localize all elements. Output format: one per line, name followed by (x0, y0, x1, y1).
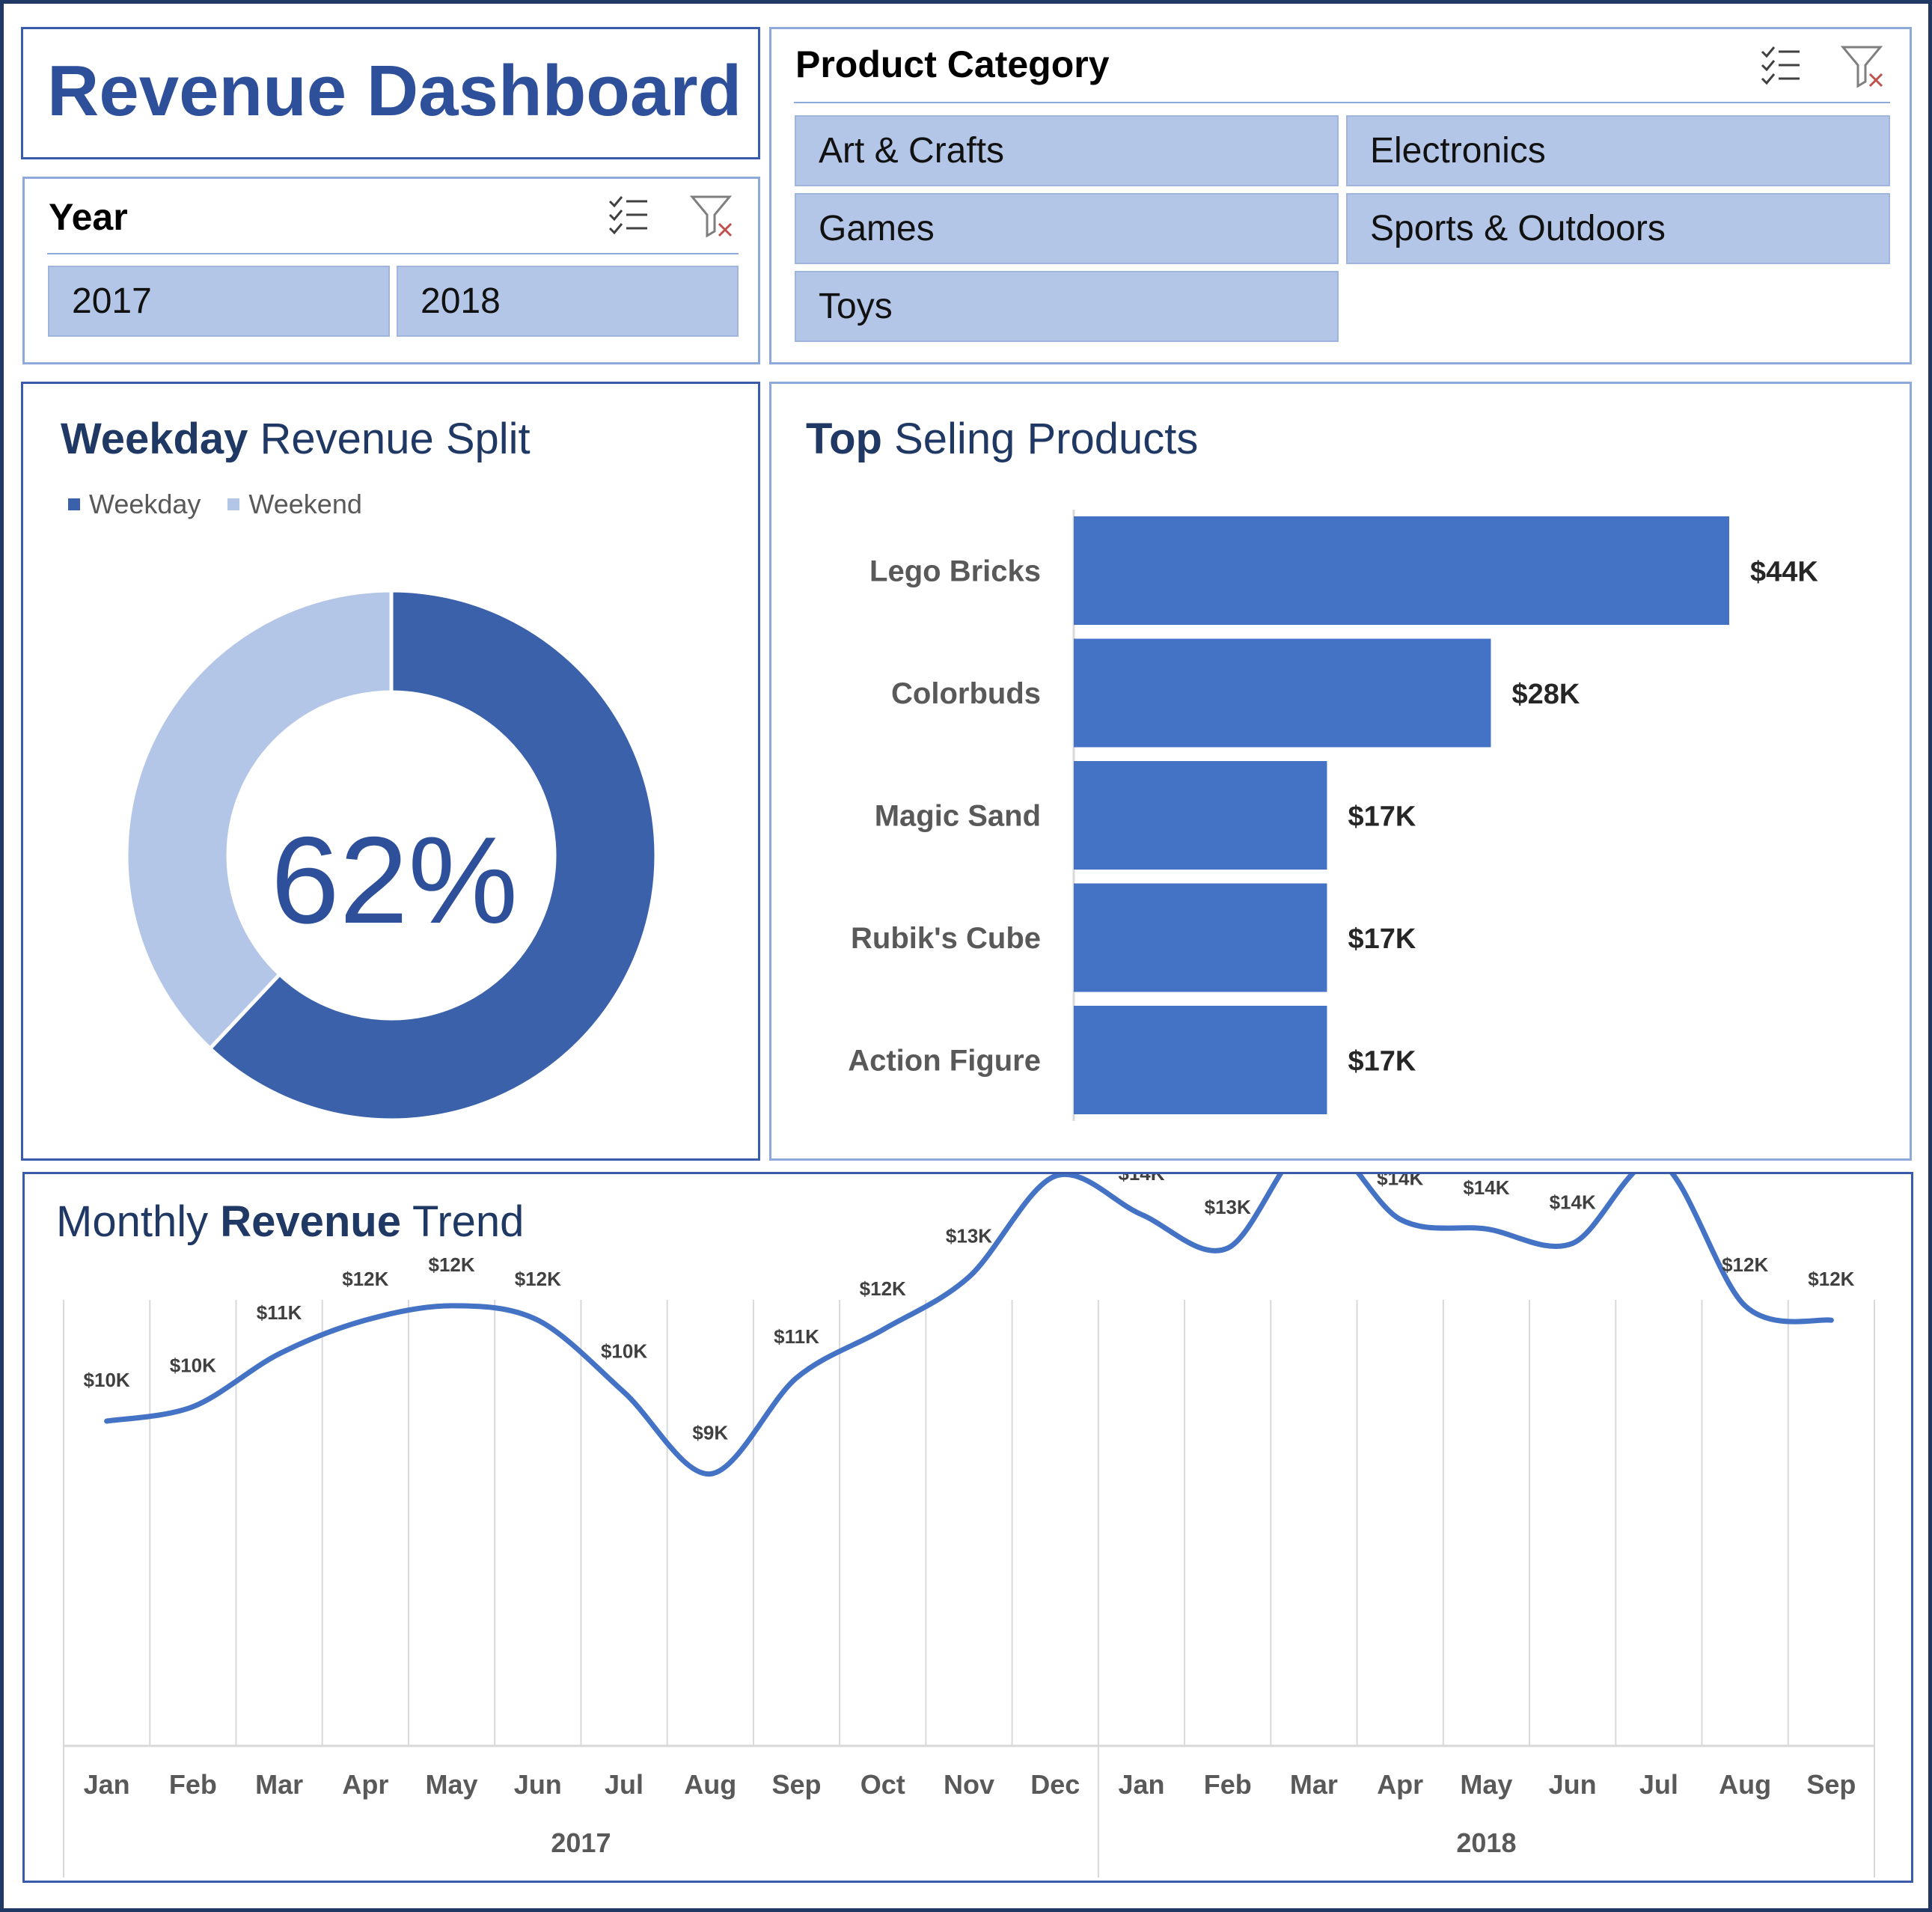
month-tick-label: Aug (1719, 1769, 1771, 1800)
month-tick-label: Jul (605, 1769, 644, 1800)
slicer-item-games[interactable]: Games (795, 193, 1339, 264)
weekday-split-panel: Weekday Revenue Split Weekday Weekend 62… (21, 382, 760, 1161)
line-data-label: $12K (342, 1268, 388, 1290)
line-data-label: $11K (774, 1325, 819, 1348)
month-tick-label: Feb (1204, 1769, 1252, 1800)
month-tick-label: Jun (1549, 1769, 1597, 1800)
multi-select-icon[interactable] (607, 194, 650, 237)
bar-category-label: Magic Sand (875, 800, 1041, 833)
line-data-label: $14K (1377, 1174, 1423, 1189)
line-data-label: $14K (1118, 1174, 1164, 1185)
year-group-label: 2018 (1456, 1827, 1516, 1858)
bar-0 (1074, 516, 1729, 625)
month-tick-label: Jun (514, 1769, 562, 1800)
month-tick-label: Oct (860, 1769, 905, 1800)
bar-2 (1074, 761, 1327, 870)
month-tick-label: Jul (1639, 1769, 1678, 1800)
line-data-label: $12K (515, 1268, 561, 1290)
bar-category-label: Colorbuds (891, 677, 1041, 710)
line-data-label: $14K (1550, 1191, 1596, 1213)
year-slicer-header: Year (49, 196, 128, 238)
bar-data-label: $17K (1348, 923, 1416, 955)
month-tick-label: Apr (342, 1769, 388, 1800)
bar-4 (1074, 1006, 1327, 1114)
month-tick-label: Aug (684, 1769, 736, 1800)
year-group-label: 2017 (551, 1827, 611, 1858)
slicer-item-2017[interactable]: 2017 (48, 266, 390, 337)
bar-category-label: Rubik's Cube (851, 922, 1041, 955)
line-data-label: $12K (1722, 1253, 1768, 1276)
month-tick-label: Apr (1377, 1769, 1423, 1800)
slicer-item-sports-outdoors[interactable]: Sports & Outdoors (1346, 193, 1890, 264)
category-slicer: Product Category Art & Crafts Electronic… (769, 27, 1912, 364)
slicer-item-toys[interactable]: Toys (795, 271, 1339, 342)
monthly-trend-panel: Monthly Revenue Trend $10K $10K $11K $12K $1… (22, 1172, 1913, 1883)
revenue-trend-line (104, 1174, 1834, 1477)
category-slicer-header: Product Category (795, 43, 1110, 85)
top-products-bar-chart: Lego Bricks $44K Colorbuds $28K Magic Sand $1… (848, 510, 1818, 1121)
slicer-item-electronics[interactable]: Electronics (1346, 115, 1890, 186)
line-data-label: $14K (1463, 1176, 1509, 1199)
top-products-panel: Top Seling Products Lego Bricks $44K Color… (769, 382, 1912, 1161)
clear-filter-icon[interactable] (689, 194, 734, 239)
clear-filter-icon[interactable] (1840, 44, 1885, 89)
year-slicer-divider (47, 253, 739, 254)
year-slicer: Year 2017 2018 (22, 177, 760, 364)
slicer-item-art-crafts[interactable]: Art & Crafts (795, 115, 1339, 186)
bar-data-label: $17K (1348, 1046, 1416, 1078)
line-data-label: $12K (428, 1253, 474, 1276)
dashboard-title: Revenue Dashboard (47, 51, 742, 131)
bar-data-label: $17K (1348, 801, 1416, 833)
month-tick-label: Mar (1290, 1769, 1338, 1800)
donut-chart: 62% (124, 588, 658, 1123)
month-tick-label: May (1460, 1769, 1512, 1800)
bar-data-label: $28K (1511, 679, 1580, 710)
bar-3 (1074, 883, 1327, 992)
category-slicer-divider (794, 102, 1890, 103)
line-data-label: $12K (860, 1277, 906, 1300)
month-tick-label: May (426, 1769, 478, 1800)
bar-1 (1074, 638, 1491, 748)
line-data-label: $9K (692, 1422, 728, 1444)
line-data-label: $13K (1205, 1196, 1251, 1218)
title-panel: Revenue Dashboard (21, 27, 760, 159)
line-data-label: $13K (946, 1224, 992, 1247)
month-tick-label: Jan (1118, 1769, 1164, 1800)
month-tick-label: Dec (1030, 1769, 1080, 1800)
line-data-label: $12K (1808, 1268, 1854, 1290)
line-data-label: $10K (601, 1340, 647, 1362)
month-tick-label: Jan (84, 1769, 130, 1800)
bar-category-label: Lego Bricks (869, 555, 1041, 588)
month-tick-label: Nov (944, 1769, 994, 1800)
month-tick-label: Feb (169, 1769, 217, 1800)
bar-data-label: $44K (1750, 557, 1818, 588)
month-tick-label: Sep (1806, 1769, 1856, 1800)
bar-category-label: Action Figure (848, 1045, 1041, 1078)
slicer-item-2018[interactable]: 2018 (397, 266, 739, 337)
line-data-label: $10K (170, 1354, 216, 1377)
month-tick-label: Mar (255, 1769, 303, 1800)
line-data-label: $11K (257, 1301, 302, 1324)
multi-select-icon[interactable] (1759, 44, 1803, 88)
month-tick-label: Sep (772, 1769, 822, 1800)
monthly-trend-line-chart: $10K $10K $11K $12K $12K $12K $10K $9K $11K $12K $… (63, 1174, 1875, 1878)
donut-center-label: 62% (271, 811, 518, 949)
line-data-label: $10K (84, 1369, 130, 1391)
